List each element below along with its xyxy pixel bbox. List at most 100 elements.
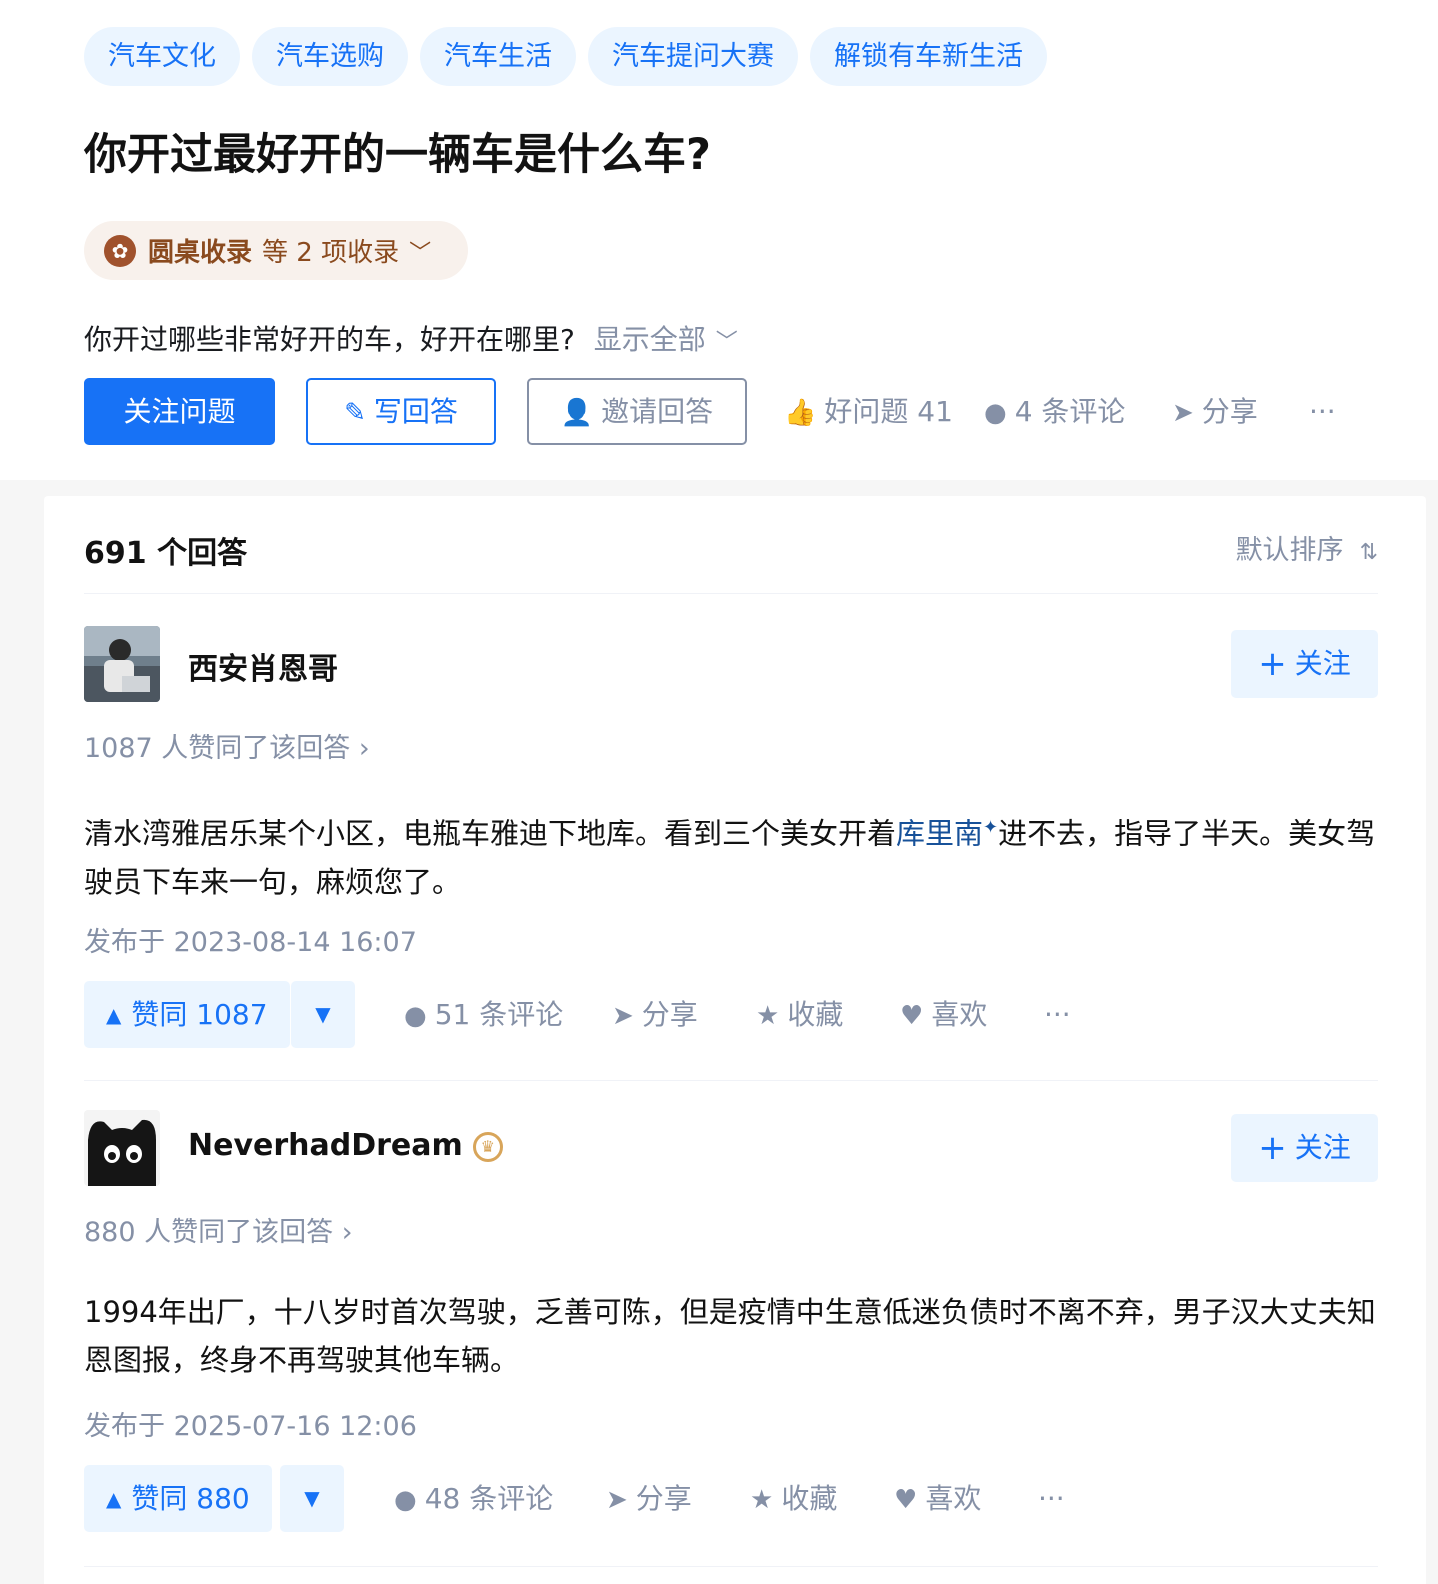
question-share-label: 分享 <box>1201 395 1258 428</box>
collect-button[interactable]: ★ 收藏 <box>756 981 843 1048</box>
good-question-button[interactable]: 👍 好问题 41 <box>784 378 953 445</box>
question-detail-text: 你开过哪些非常好开的车，好开在哪里? <box>84 323 575 356</box>
topic-tag[interactable]: 解锁有车新生活 <box>810 27 1047 86</box>
heart-icon: ♥ <box>900 1001 924 1031</box>
follow-author-button[interactable]: + 关注 <box>1231 630 1378 698</box>
pencil-icon: ✎ <box>344 398 366 428</box>
comments-button[interactable]: ● 48 条评论 <box>394 1465 553 1532</box>
answers-list-header: 691 个回答 默认排序 ⇅ <box>84 524 1378 594</box>
answer-item: 西安肖恩哥 + 关注 1087 人赞同了该回答 › 清水湾雅居乐某个小区，电瓶车雅… <box>84 626 1378 1048</box>
question-comments-button[interactable]: ● 4 条评论 <box>984 378 1125 445</box>
comments-button[interactable]: ● 51 条评论 <box>404 981 563 1048</box>
question-share-button[interactable]: ➤ 分享 <box>1172 378 1258 445</box>
thumbs-up-icon: 👍 <box>784 398 817 428</box>
star-icon: ★ <box>750 1485 774 1515</box>
sparkle-icon: ✦ <box>983 817 999 838</box>
collect-button[interactable]: ★ 收藏 <box>750 1465 837 1532</box>
show-all-label: 显示全部 <box>593 323 706 356</box>
triangle-down-icon: ▼ <box>315 1002 331 1026</box>
more-button[interactable]: ··· <box>1044 981 1071 1048</box>
answer-item: NeverhadDream ♛ + 关注 880 人赞同了该回答 › 1994年出厂… <box>84 1110 1378 1550</box>
answer-actions: ▲ 赞同 880 ▼ ● 48 条评论 ➤ 分享 ★ 收藏 ♥ 喜欢 ··· <box>84 1465 1184 1532</box>
answer-content: 1994年出厂，十八岁时首次驾驶，乏善可陈，但是疫情中生意低迷负债时不离不弃，男… <box>84 1295 1376 1377</box>
chevron-down-icon: ﹀ <box>715 330 738 355</box>
triangle-down-icon: ▼ <box>304 1486 320 1510</box>
answer-content: 清水湾雅居乐某个小区，电瓶车雅迪下地库。看到三个美女开着库里南✦进不去，指导了半… <box>84 804 1378 906</box>
collection-main: 圆桌收录 <box>148 238 253 268</box>
topic-tag[interactable]: 汽车选购 <box>252 27 408 86</box>
topic-tags: 汽车文化 汽车选购 汽车生活 汽车提问大赛 解锁有车新生活 <box>84 27 1047 86</box>
comment-icon: ● <box>394 1485 417 1515</box>
collection-badge[interactable]: ✿ 圆桌收录 等 2 项收录 ﹀ <box>84 221 468 280</box>
upvote-info[interactable]: 880 人赞同了该回答 › <box>84 1210 353 1249</box>
like-label: 喜欢 <box>931 998 988 1031</box>
keyword-link[interactable]: 库里南 <box>896 817 983 851</box>
question-detail: 你开过哪些非常好开的车，好开在哪里? 显示全部 ﹀ <box>84 318 738 358</box>
question-header: 汽车文化 汽车选购 汽车生活 汽车提问大赛 解锁有车新生活 你开过最好开的一辆车… <box>0 0 1438 480</box>
answer-text: 清水湾雅居乐某个小区，电瓶车雅迪下地库。看到三个美女开着 <box>84 816 897 851</box>
more-button[interactable]: ··· <box>1038 1465 1065 1532</box>
topic-tag[interactable]: 汽车提问大赛 <box>588 27 798 86</box>
triangle-up-icon: ▲ <box>106 1487 122 1511</box>
star-icon: ★ <box>756 1001 780 1031</box>
follow-author-button[interactable]: + 关注 <box>1231 1114 1378 1182</box>
answers-list: 691 个回答 默认排序 ⇅ 西安肖恩哥 + 关注 1087 人赞同了该回答 › 清… <box>44 496 1426 1584</box>
question-comments-label: 4 条评论 <box>1014 395 1126 428</box>
roundtable-icon: ✿ <box>104 234 136 267</box>
answer-actions: ▲ 赞同 1087 ▼ ● 51 条评论 ➤ 分享 ★ 收藏 ♥ 喜欢 ··· <box>84 981 1184 1048</box>
follow-author-label: 关注 <box>1294 1131 1351 1164</box>
topic-tag[interactable]: 汽车生活 <box>420 27 576 86</box>
invite-answer-button[interactable]: 👤 邀请回答 <box>527 378 747 445</box>
share-label: 分享 <box>635 1482 692 1515</box>
upvote-button[interactable]: ▲ 赞同 1087 <box>84 981 290 1048</box>
paper-plane-icon: ➤ <box>1172 398 1194 428</box>
upvote-info[interactable]: 1087 人赞同了该回答 › <box>84 726 370 765</box>
avatar[interactable] <box>84 626 160 702</box>
collect-label: 收藏 <box>781 1482 838 1515</box>
show-all-button[interactable]: 显示全部 ﹀ <box>594 323 738 356</box>
like-button[interactable]: ♥ 喜欢 <box>900 981 987 1048</box>
crown-badge-icon: ♛ <box>472 1131 503 1162</box>
like-button[interactable]: ♥ 喜欢 <box>894 1465 981 1532</box>
invite-user-icon: 👤 <box>560 398 594 428</box>
comments-label: 51 条评论 <box>434 998 564 1031</box>
plus-icon: + <box>1258 1128 1287 1168</box>
upvote-label: 赞同 1087 <box>131 998 268 1031</box>
author-name-text: NeverhadDream <box>188 1128 463 1163</box>
comment-icon: ● <box>984 398 1007 428</box>
collection-rest: 等 2 项收录 <box>262 238 400 268</box>
divider <box>84 1080 1378 1081</box>
upvote-button[interactable]: ▲ 赞同 880 <box>84 1465 272 1532</box>
share-button[interactable]: ➤ 分享 <box>612 981 698 1048</box>
share-label: 分享 <box>641 998 698 1031</box>
good-question-label: 好问题 41 <box>824 395 953 428</box>
write-answer-button[interactable]: ✎ 写回答 <box>306 378 496 445</box>
follow-author-label: 关注 <box>1294 647 1351 680</box>
author-name[interactable]: NeverhadDream ♛ <box>188 1128 503 1163</box>
follow-question-button[interactable]: 关注问题 <box>84 378 275 445</box>
downvote-button[interactable]: ▼ <box>280 1465 344 1532</box>
comment-icon: ● <box>404 1001 427 1031</box>
paper-plane-icon: ➤ <box>606 1485 628 1515</box>
upvote-label: 赞同 880 <box>131 1482 250 1515</box>
publish-time: 发布于 2023-08-14 16:07 <box>84 927 417 958</box>
question-actions: 关注问题 ✎ 写回答 👤 邀请回答 👍 好问题 41 ● 4 条评论 ➤ 分享 ··· <box>84 378 1374 445</box>
topic-tag[interactable]: 汽车文化 <box>84 27 240 86</box>
paper-plane-icon: ➤ <box>612 1001 634 1031</box>
share-button[interactable]: ➤ 分享 <box>606 1465 692 1532</box>
write-answer-label: 写回答 <box>373 395 458 428</box>
chevron-down-icon: ﹀ <box>409 240 432 266</box>
divider <box>84 1566 1378 1567</box>
question-title: 你开过最好开的一辆车是什么车? <box>84 130 711 180</box>
triangle-up-icon: ▲ <box>106 1003 122 1027</box>
sort-select[interactable]: 默认排序 ⇅ <box>1236 528 1378 567</box>
invite-answer-label: 邀请回答 <box>601 395 714 428</box>
downvote-button[interactable]: ▼ <box>291 981 355 1048</box>
question-more-button[interactable]: ··· <box>1309 378 1336 445</box>
answer-count: 691 个回答 <box>84 536 248 571</box>
author-name[interactable]: 西安肖恩哥 <box>188 644 338 688</box>
avatar[interactable] <box>84 1110 160 1186</box>
sort-arrows-icon: ⇅ <box>1359 540 1378 565</box>
sort-label: 默认排序 <box>1235 535 1344 566</box>
like-label: 喜欢 <box>925 1482 982 1515</box>
